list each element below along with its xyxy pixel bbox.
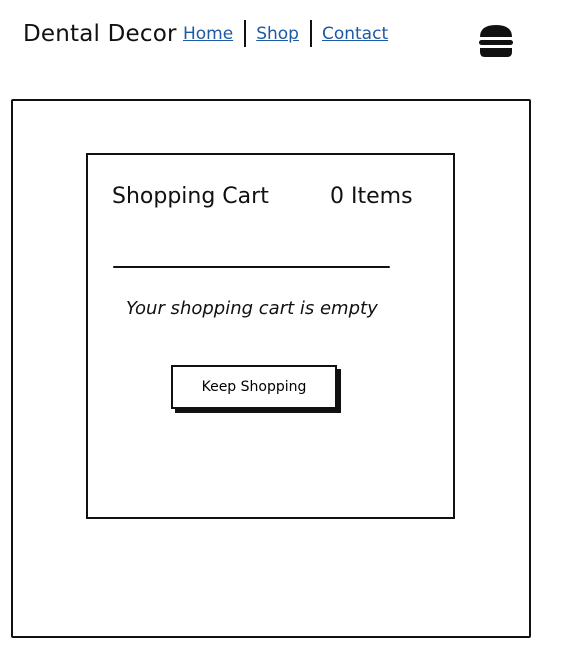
hamburger-menu-button[interactable]: [478, 23, 514, 59]
nav-divider: [244, 20, 247, 47]
nav-home-link[interactable]: Home: [183, 24, 233, 44]
nav-shop-link[interactable]: Shop: [256, 24, 299, 44]
nav-divider: [309, 20, 312, 47]
cart-item-count: 0 Items: [330, 184, 413, 209]
main-nav: Home Shop Contact: [183, 20, 388, 47]
cart-divider: [113, 266, 390, 268]
nav-contact-link[interactable]: Contact: [322, 24, 388, 44]
cart-title: Shopping Cart: [112, 184, 269, 209]
keep-shopping-button[interactable]: Keep Shopping: [171, 365, 337, 409]
hamburger-icon: [479, 25, 513, 57]
empty-cart-message: Your shopping cart is empty: [126, 298, 378, 319]
site-brand: Dental Decor: [23, 21, 177, 47]
